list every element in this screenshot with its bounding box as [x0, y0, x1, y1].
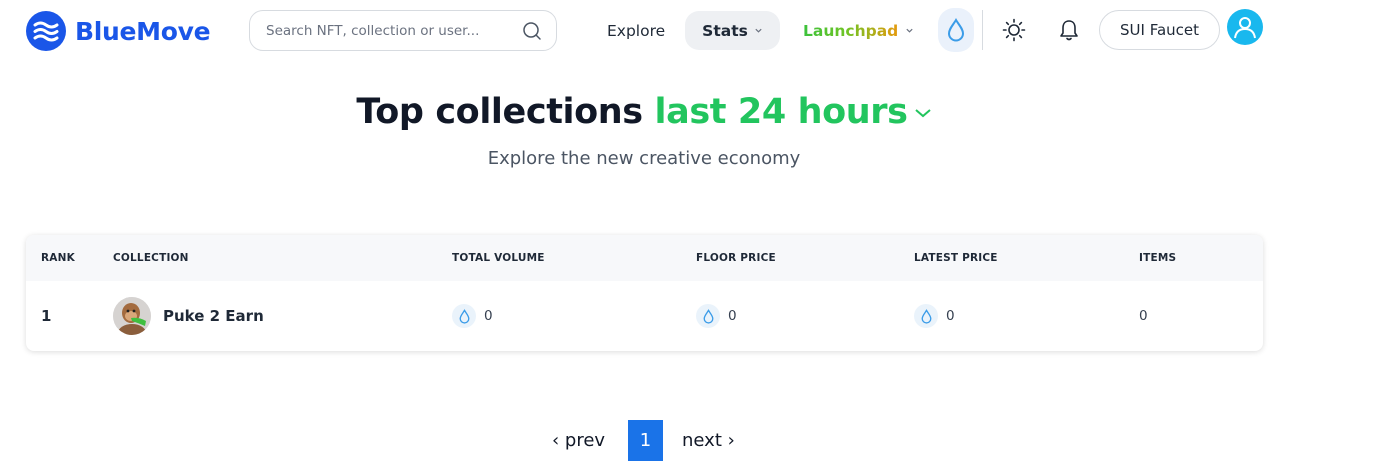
- column-header-total-volume[interactable]: TOTAL VOLUME: [452, 235, 545, 281]
- collection-name: Puke 2 Earn: [163, 307, 264, 325]
- sui-faucet-button[interactable]: SUI Faucet: [1099, 10, 1220, 50]
- user-avatar[interactable]: [1227, 9, 1263, 45]
- pagination-next-button[interactable]: next ›: [682, 426, 735, 454]
- table-row[interactable]: 1 Puke 2 Earn 0 0 0 0: [26, 281, 1263, 351]
- column-header-rank: RANK: [41, 252, 75, 264]
- pagination-prev-label: prev: [564, 429, 606, 451]
- period-label: last 24 hours: [654, 92, 908, 132]
- sui-drop-icon: [696, 304, 720, 328]
- latest-price-value: 0: [946, 308, 955, 324]
- sui-drop-icon: [947, 18, 965, 42]
- nav-launchpad[interactable]: Launchpad: [803, 11, 914, 50]
- floor-price-value: 0: [728, 308, 737, 324]
- user-icon: [1234, 17, 1256, 39]
- column-header-latest-price[interactable]: LATEST PRICE: [914, 235, 998, 281]
- search-box[interactable]: [249, 10, 557, 51]
- nav-explore[interactable]: Explore: [596, 11, 676, 50]
- bell-icon: [1060, 20, 1078, 41]
- chevron-down-icon: [914, 109, 931, 118]
- collections-table: RANK COLLECTION TOTAL VOLUME FLOOR PRICE…: [26, 235, 1263, 351]
- sui-network-button[interactable]: [938, 8, 974, 52]
- column-header-collection: COLLECTION: [113, 252, 189, 264]
- total-volume-value: 0: [484, 308, 493, 324]
- chevron-right-icon: ›: [721, 429, 735, 451]
- period-selector[interactable]: last 24 hours: [655, 92, 932, 132]
- latest-price-cell: 0: [914, 281, 955, 351]
- nav-stats[interactable]: Stats: [685, 11, 780, 50]
- page-subtitle: Explore the new creative economy: [487, 148, 801, 169]
- collection-cell[interactable]: Puke 2 Earn: [113, 281, 264, 351]
- bluemove-logo-icon: [26, 11, 66, 51]
- nav-launchpad-label: Launchpad: [803, 21, 899, 40]
- nav-stats-label: Stats: [702, 21, 748, 40]
- notifications-button[interactable]: [1055, 16, 1083, 44]
- items-cell: 0: [1139, 308, 1148, 324]
- header-divider: [982, 10, 983, 50]
- sui-drop-icon: [914, 304, 938, 328]
- pagination-next-label: next: [682, 429, 722, 451]
- chevron-down-icon: [906, 28, 913, 33]
- pagination-page-button[interactable]: 1: [628, 420, 663, 461]
- total-volume-cell: 0: [452, 281, 493, 351]
- floor-price-cell: 0: [696, 281, 737, 351]
- sun-icon: [1002, 18, 1026, 42]
- rank-cell: 1: [41, 307, 52, 325]
- chevron-left-icon: ‹: [552, 429, 565, 451]
- collection-image: [113, 297, 151, 335]
- table-header: RANK COLLECTION TOTAL VOLUME FLOOR PRICE…: [26, 235, 1263, 281]
- column-header-floor-price[interactable]: FLOOR PRICE: [696, 235, 776, 281]
- pagination-prev-button[interactable]: ‹ prev: [552, 426, 605, 454]
- collection-avatar: [113, 297, 151, 335]
- theme-toggle[interactable]: [1000, 16, 1028, 44]
- search-icon[interactable]: [522, 21, 542, 41]
- column-header-items[interactable]: ITEMS: [1139, 235, 1176, 281]
- page-title: Top collections last 24 hours: [0, 92, 1288, 132]
- sui-drop-icon: [452, 304, 476, 328]
- chevron-down-icon: [755, 28, 762, 33]
- brand-logo[interactable]: BlueMove: [26, 11, 211, 51]
- search-input[interactable]: [266, 22, 522, 39]
- brand-name: BlueMove: [75, 16, 211, 46]
- page-title-text: Top collections: [356, 92, 643, 132]
